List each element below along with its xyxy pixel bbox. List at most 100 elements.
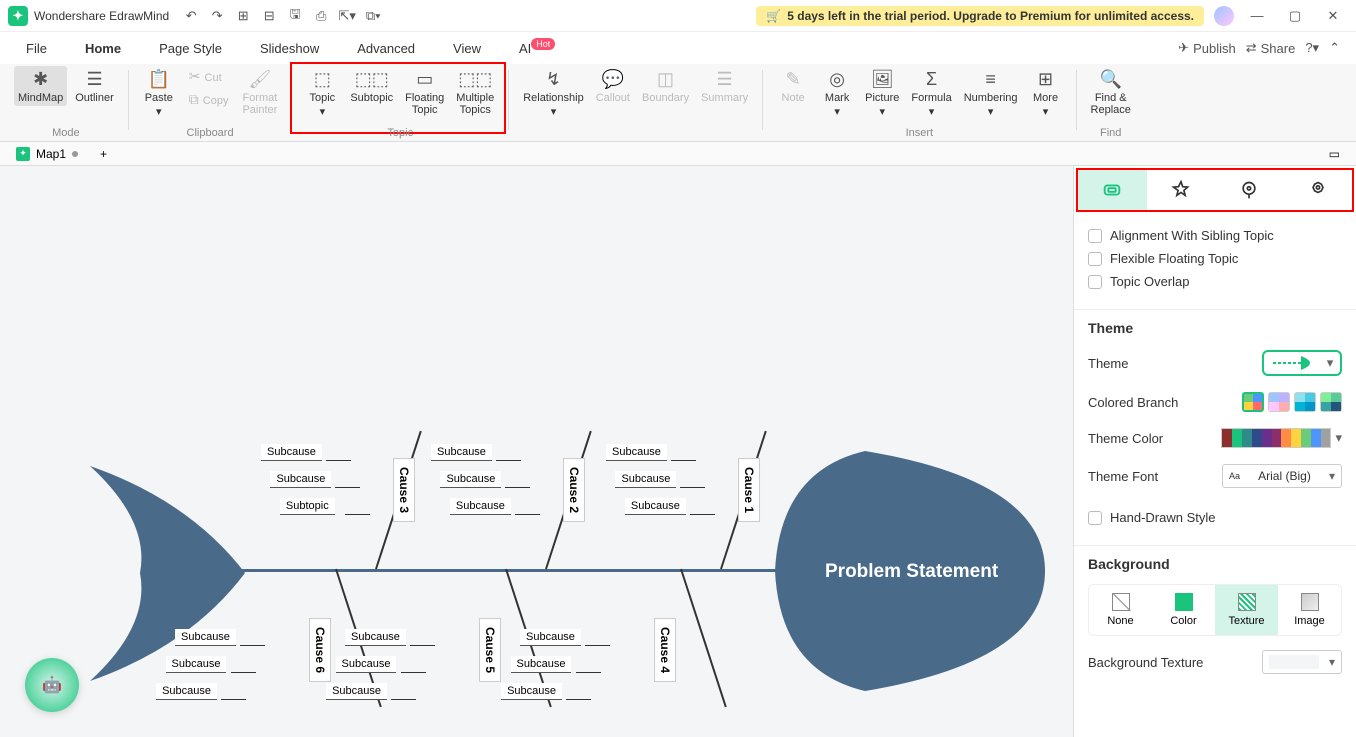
formula-button[interactable]: ΣFormula▾ (907, 66, 955, 120)
subcause-box[interactable]: Subcause (615, 471, 676, 488)
note-button[interactable]: ✎Note (773, 66, 813, 106)
open-button[interactable]: ⊟ (259, 6, 279, 26)
theme-font-selector[interactable]: Aa Arial (Big)▾ (1222, 464, 1342, 488)
menu-ai[interactable]: AIHot (509, 36, 565, 61)
subcause-box[interactable]: Subcause (511, 656, 572, 673)
theme-color-strip[interactable] (1221, 428, 1331, 448)
subcause-box[interactable]: Subcause (345, 629, 406, 646)
mindmap-button[interactable]: ✱MindMap (14, 66, 67, 106)
sub-connector (566, 699, 591, 700)
branch-swatch-2[interactable] (1268, 392, 1290, 412)
panel-toggle-button[interactable]: ▭ (1321, 145, 1348, 163)
side-tab-style[interactable] (1147, 170, 1216, 210)
quick-access-toolbar: ↶ ↷ ⊞ ⊟ 🖫 ⎙ ⇱▾ ⧉▾ (181, 6, 383, 26)
mark-button[interactable]: ◎Mark▾ (817, 66, 857, 120)
menu-view[interactable]: View (443, 36, 491, 61)
collapse-ribbon-button[interactable]: ⌃ (1329, 40, 1340, 56)
more-qat-button[interactable]: ⧉▾ (363, 6, 383, 26)
format-painter-button[interactable]: 🖌Format Painter (238, 66, 281, 118)
sub-connector (496, 460, 521, 461)
menu-advanced[interactable]: Advanced (347, 36, 425, 61)
branch-swatch-3[interactable] (1294, 392, 1316, 412)
subcause-box[interactable]: Subcause (440, 471, 501, 488)
trial-banner[interactable]: 🛒 5 days left in the trial period. Upgra… (756, 6, 1204, 26)
subcause-box[interactable]: Subcause (261, 444, 322, 461)
subcause-box[interactable]: Subcause (625, 498, 686, 515)
menu-file[interactable]: File (16, 36, 57, 61)
side-tab-layout[interactable] (1078, 170, 1147, 210)
publish-button[interactable]: ✈Publish (1178, 40, 1236, 56)
ai-assistant-fab[interactable]: 🤖 (25, 658, 79, 712)
side-tab-settings[interactable] (1284, 170, 1353, 210)
redo-button[interactable]: ↷ (207, 6, 227, 26)
boundary-button[interactable]: ◫Boundary (638, 66, 693, 106)
paste-button[interactable]: 📋Paste▾ (139, 66, 179, 120)
callout-button[interactable]: 💬Callout (592, 66, 634, 106)
side-tab-icons[interactable] (1215, 170, 1284, 210)
cause-box[interactable]: Cause 2 (563, 458, 585, 522)
check-hand-drawn[interactable]: Hand-Drawn Style (1088, 506, 1342, 529)
cause-box[interactable]: Cause 4 (654, 618, 676, 682)
minimize-button[interactable]: — (1242, 4, 1272, 28)
share-button[interactable]: ⇄Share (1246, 40, 1296, 56)
subcause-box[interactable]: Subcause (606, 444, 667, 461)
subcause-box[interactable]: Subcause (166, 656, 227, 673)
cause-box[interactable]: Cause 3 (393, 458, 415, 522)
canvas[interactable]: Problem Statement Cause 3 Subcause Subcaus… (0, 166, 1073, 737)
menu-page-style[interactable]: Page Style (149, 36, 232, 61)
subcause-box[interactable]: Subcause (156, 683, 217, 700)
save-button[interactable]: 🖫 (285, 6, 305, 26)
menu-slideshow[interactable]: Slideshow (250, 36, 329, 61)
theme-selector[interactable]: ▾ (1262, 350, 1342, 376)
bg-opt-image[interactable]: Image (1278, 585, 1341, 635)
copy-button[interactable]: ⧉Copy (183, 89, 235, 110)
doc-tab-map1[interactable]: ✦ Map1 (8, 145, 86, 163)
user-avatar[interactable] (1214, 6, 1234, 26)
fish-tail (70, 461, 245, 686)
cause-box[interactable]: Cause 6 (309, 618, 331, 682)
subcause-box[interactable]: Subcause (270, 471, 331, 488)
subcause-box[interactable]: Subcause (336, 656, 397, 673)
problem-statement[interactable]: Problem Statement (825, 561, 998, 583)
maximize-button[interactable]: ▢ (1280, 4, 1310, 28)
subcause-box[interactable]: Subcause (450, 498, 511, 515)
summary-button[interactable]: ☰Summary (697, 66, 752, 106)
subcause-box[interactable]: Subcause (501, 683, 562, 700)
check-flexible-floating[interactable]: Flexible Floating Topic (1088, 247, 1342, 270)
bg-opt-none[interactable]: None (1089, 585, 1152, 635)
check-overlap[interactable]: Topic Overlap (1088, 270, 1342, 293)
print-button[interactable]: ⎙ (311, 6, 331, 26)
sub-connector (326, 460, 351, 461)
bg-opt-color[interactable]: Color (1152, 585, 1215, 635)
numbering-button[interactable]: ≡Numbering▾ (960, 66, 1022, 120)
outliner-button[interactable]: ☰Outliner (71, 66, 118, 106)
ribbon: ✱MindMap ☰Outliner Mode 📋Paste▾ ✂Cut ⧉Co… (0, 64, 1356, 142)
branch-swatch-4[interactable] (1320, 392, 1342, 412)
cut-button[interactable]: ✂Cut (183, 66, 235, 87)
bg-opt-texture[interactable]: Texture (1215, 585, 1278, 635)
menu-home[interactable]: Home (75, 36, 131, 61)
subcause-box[interactable]: Subcause (520, 629, 581, 646)
cause-box[interactable]: Cause 5 (479, 618, 501, 682)
close-button[interactable]: ✕ (1318, 4, 1348, 28)
check-alignment[interactable]: Alignment With Sibling Topic (1088, 224, 1342, 247)
subcause-box[interactable]: Subcause (326, 683, 387, 700)
picture-button[interactable]: 🖼Picture▾ (861, 66, 903, 120)
subcause-box[interactable]: Subcause (175, 629, 236, 646)
undo-button[interactable]: ↶ (181, 6, 201, 26)
sub-connector (585, 645, 610, 646)
relationship-button[interactable]: ↯Relationship▾ (519, 66, 588, 120)
branch-swatch-1[interactable] (1242, 392, 1264, 412)
subcause-box[interactable]: Subcause (431, 444, 492, 461)
cause-box[interactable]: Cause 1 (738, 458, 760, 522)
find-replace-button[interactable]: 🔍Find & Replace (1087, 66, 1135, 118)
add-tab-button[interactable]: + (92, 145, 115, 163)
new-button[interactable]: ⊞ (233, 6, 253, 26)
sub-connector (515, 514, 540, 515)
theme-label: Theme (1088, 356, 1128, 371)
more-insert-button[interactable]: ⊞More▾ (1026, 66, 1066, 120)
help-button[interactable]: ?▾ (1305, 40, 1319, 56)
export-button[interactable]: ⇱▾ (337, 6, 357, 26)
subcause-box[interactable]: Subtopic (280, 498, 335, 515)
bg-texture-selector[interactable]: ▾ (1262, 650, 1342, 674)
